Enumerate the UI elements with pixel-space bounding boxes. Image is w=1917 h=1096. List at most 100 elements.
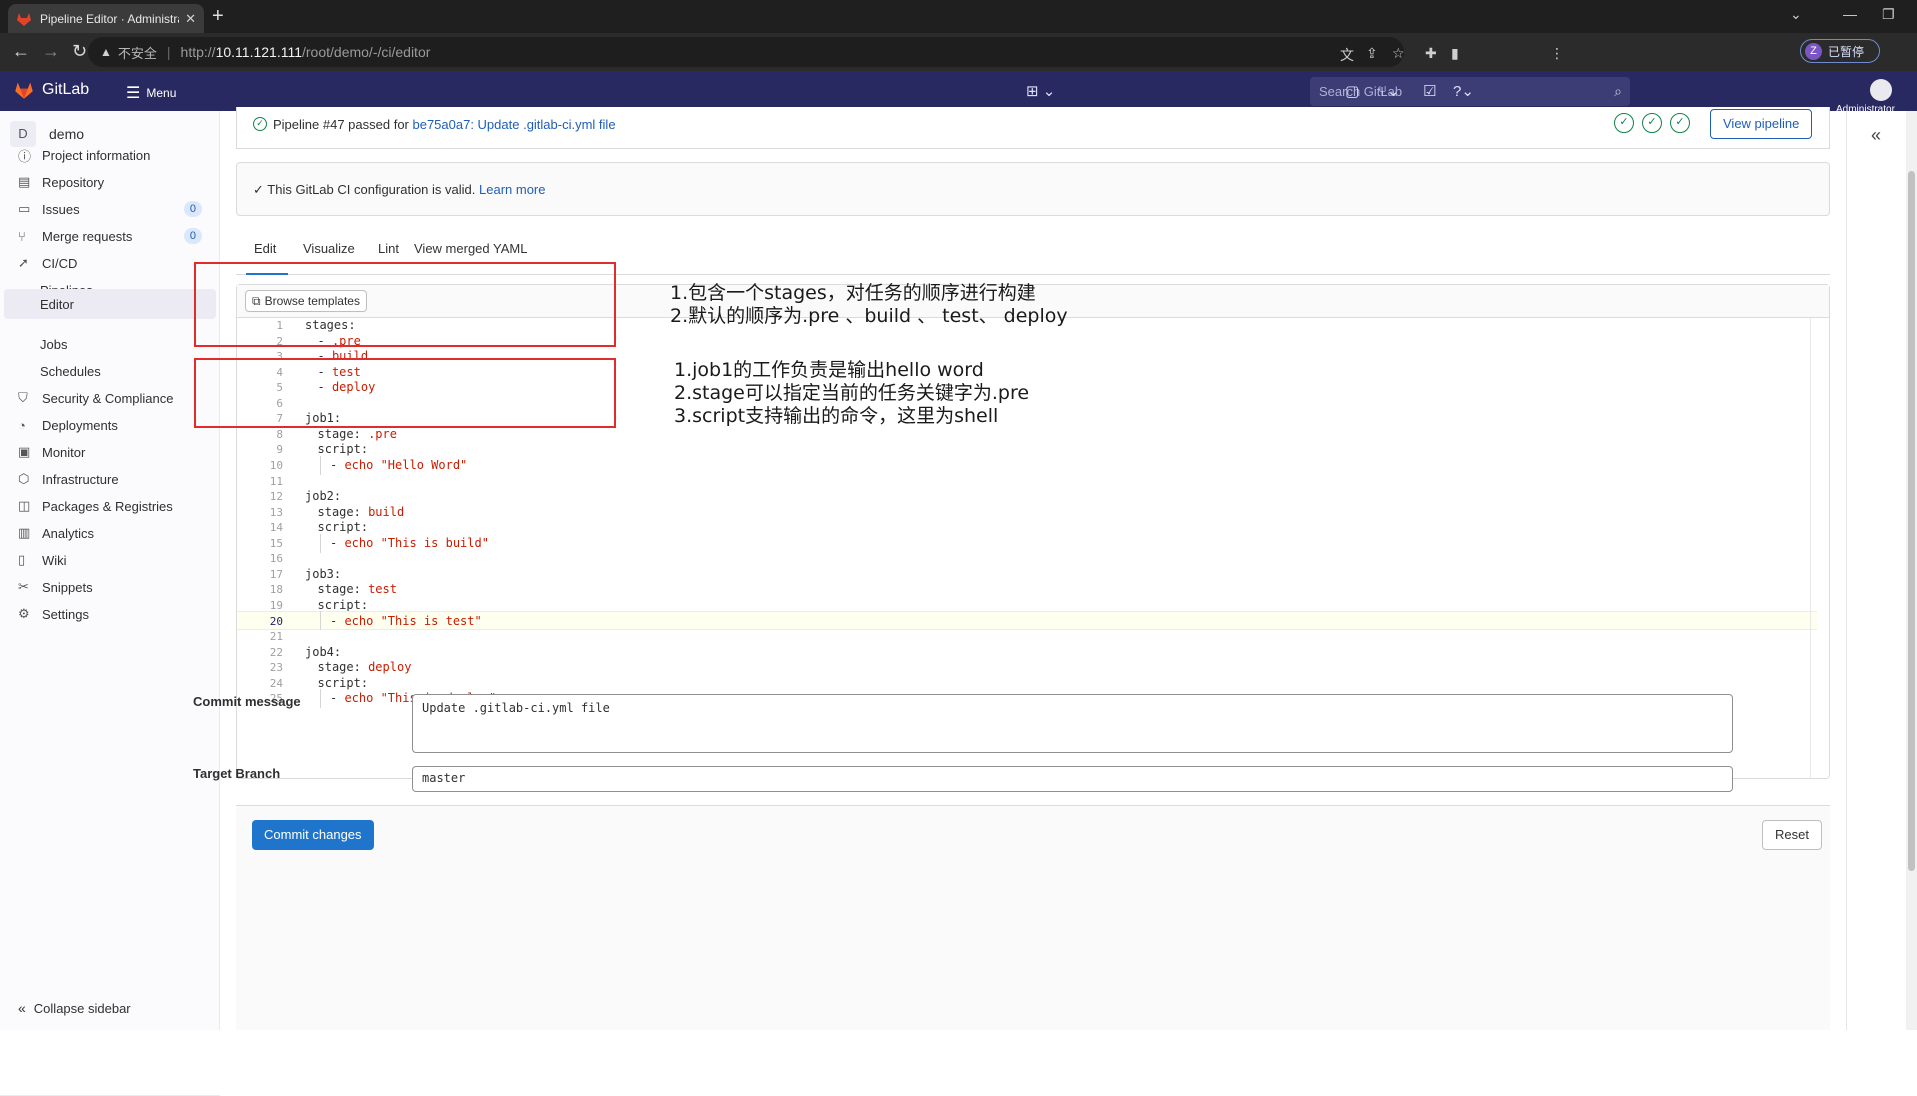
sidebar-item-analytics[interactable]: ▥ Analytics — [4, 518, 216, 548]
snippet-icon: ✂ — [18, 579, 29, 594]
help-icon[interactable]: ?⌄ — [1453, 82, 1474, 100]
sidebar-item-cicd[interactable]: ➚ CI/CD — [4, 248, 216, 278]
shield-icon: ⛉ — [18, 390, 28, 405]
sidebar-item-label: Project information — [42, 147, 151, 163]
insecure-label: 不安全 — [117, 45, 157, 61]
merge-requests-shortcut-icon[interactable]: ⑂⌄ — [1378, 82, 1400, 100]
reset-button[interactable]: Reset — [1762, 820, 1822, 850]
user-avatar — [1870, 79, 1892, 101]
sidebar-item-label: Snippets — [42, 579, 93, 595]
tab-search-icon[interactable]: ⌄ — [1790, 6, 1802, 23]
validation-text: ✓ This GitLab CI configuration is valid.… — [253, 182, 546, 197]
sidebar-item-label: Editor — [40, 296, 74, 312]
hamburger-icon: ☰ — [126, 85, 141, 102]
sidebar-item-monitor[interactable]: ▣ Monitor — [4, 437, 216, 467]
sidebar-item-security-compliance[interactable]: ⛉ Security & Compliance — [4, 383, 216, 413]
sidebar-item-label: Infrastructure — [42, 471, 119, 487]
sidebar-item-label: CI/CD — [42, 255, 78, 271]
wiki-icon: ▯ — [18, 552, 26, 567]
profile-button[interactable]: Z 已暂停 — [1800, 39, 1880, 63]
stages-annotation-text: 1.包含一个stages，对任务的顺序进行构建 2.默认的顺序为.pre 、bu… — [670, 282, 1068, 328]
collapse-sidebar-button[interactable]: « Collapse sidebar — [18, 1000, 131, 1016]
sidepanel-icon[interactable]: ▮ — [1451, 45, 1459, 62]
rocket-icon: ➚ — [18, 255, 29, 270]
right-sidebar: « — [1846, 111, 1906, 1030]
close-tab-icon[interactable]: ✕ — [185, 11, 196, 27]
job1-annotation-box — [194, 358, 616, 428]
check-circle-icon: ✓ — [253, 117, 267, 131]
check-icon: ✓ — [253, 182, 268, 197]
todos-icon[interactable]: ☑ — [1423, 82, 1436, 100]
issues-count-badge: 0 — [183, 201, 202, 217]
reload-icon[interactable]: ↻ — [72, 41, 87, 62]
stages-annotation-box — [194, 262, 616, 347]
sidebar-item-wiki[interactable]: ▯ Wiki — [4, 545, 216, 575]
sidebar-item-infrastructure[interactable]: ⬡ Infrastructure — [4, 464, 216, 494]
sidebar-item-schedules[interactable]: Schedules — [4, 356, 216, 386]
share-icon[interactable]: ⇪ — [1366, 45, 1378, 62]
browser-tab[interactable]: Pipeline Editor · Administrator ✕ — [8, 4, 204, 33]
url-input[interactable]: ▲ 不安全 | http://10.11.121.111/root/demo/-… — [88, 37, 1404, 67]
back-icon[interactable]: ← — [12, 41, 30, 62]
sidebar-item-repository[interactable]: ▤ Repository — [4, 167, 216, 197]
sidebar-item-deployments[interactable]: ◔ Deployments — [4, 410, 216, 440]
page-scrollbar-thumb[interactable] — [1908, 171, 1915, 871]
profile-label: 已暂停 — [1828, 44, 1865, 59]
bookmark-star-icon[interactable]: ☆ — [1392, 45, 1405, 62]
sidebar-item-snippets[interactable]: ✂ Snippets — [4, 572, 216, 602]
package-icon: ◫ — [18, 498, 31, 513]
editor-scrollbar[interactable] — [1810, 318, 1811, 778]
sidebar-item-jobs[interactable]: Jobs — [4, 329, 216, 359]
stage-status-icon[interactable]: ✓ — [1670, 113, 1690, 133]
gitlab-home-link[interactable]: GitLab — [14, 80, 89, 100]
sidebar-item-editor[interactable]: Editor — [4, 289, 216, 319]
minimize-icon[interactable]: — — [1843, 6, 1857, 22]
sidebar-item-settings[interactable]: ⚙ Settings — [4, 599, 216, 629]
double-chevron-left-icon: « — [18, 1000, 26, 1016]
target-branch-input[interactable]: master — [412, 766, 1733, 792]
pipeline-status-bar: ✓ Pipeline #47 passed for be75a0a7: Upda… — [236, 107, 1830, 149]
url-text: http://10.11.121.111/root/demo/-/ci/edit… — [180, 44, 431, 60]
forward-icon[interactable]: → — [42, 41, 60, 62]
sidebar-item-label: Monitor — [42, 444, 86, 460]
issues-icon: ▭ — [18, 201, 31, 216]
extensions-icon[interactable]: ✚ — [1425, 45, 1437, 62]
chart-icon: ▥ — [18, 525, 31, 540]
menu-button[interactable]: ☰ Menu — [126, 83, 176, 103]
merge-icon: ⑂ — [18, 228, 26, 244]
infrastructure-icon: ⬡ — [18, 471, 30, 486]
annotation-line: 2.默认的顺序为.pre 、build 、 test、 deploy — [670, 305, 1068, 327]
sidebar-item-issues[interactable]: ▭ Issues 0 — [4, 194, 216, 224]
restore-icon[interactable]: ❐ — [1882, 6, 1895, 23]
stage-status-icon[interactable]: ✓ — [1614, 113, 1634, 133]
sidebar-item-label: Repository — [42, 174, 105, 190]
user-menu[interactable]: Administrator — [1836, 79, 1917, 115]
sidebar-item-packages-registries[interactable]: ◫ Packages & Registries — [4, 491, 216, 521]
gitlab-logo-icon — [15, 82, 33, 99]
browser-address-bar: ← → ↻ ▲ 不安全 | http://10.11.121.111/root/… — [0, 33, 1917, 71]
merge-requests-count-badge: 0 — [183, 228, 202, 244]
stage-status-icon[interactable]: ✓ — [1642, 113, 1662, 133]
browser-tab-bar: Pipeline Editor · Administrator ✕ + ⌄ — … — [0, 0, 1917, 33]
sidebar-item-label: Issues — [42, 201, 80, 217]
sidebar-item-label: Merge requests — [42, 228, 133, 244]
annotation-line: 3.script支持输出的命令，这里为shell — [674, 405, 999, 427]
expand-right-sidebar-icon[interactable]: « — [1871, 125, 1881, 146]
commit-changes-button[interactable]: Commit changes — [252, 820, 374, 850]
commit-message-label: Commit message — [193, 694, 301, 709]
sidebar-item-merge-requests[interactable]: ⑂ Merge requests 0 — [4, 221, 216, 251]
learn-more-link[interactable]: Learn more — [479, 182, 545, 197]
collapse-sidebar-label: Collapse sidebar — [33, 1000, 131, 1016]
browser-menu-icon[interactable]: ⋮ — [1550, 45, 1564, 62]
issues-shortcut-icon[interactable]: ▢ — [1345, 82, 1359, 100]
commit-actions: Commit changes Reset — [236, 805, 1830, 1030]
create-new-icon[interactable]: ⊞ ⌄ — [1026, 82, 1055, 100]
sidebar-item-project-information[interactable]: ⓘ Project information — [4, 140, 216, 170]
view-pipeline-button[interactable]: View pipeline — [1710, 109, 1813, 139]
commit-message-input[interactable]: Update .gitlab-ci.yml file — [412, 694, 1733, 753]
page-scrollbar[interactable] — [1906, 111, 1917, 1030]
new-tab-icon[interactable]: + — [212, 5, 224, 28]
commit-link[interactable]: be75a0a7: Update .gitlab-ci.yml file — [412, 117, 615, 132]
target-branch-label: Target Branch — [193, 766, 281, 781]
translate-icon[interactable]: 文 — [1340, 45, 1354, 65]
